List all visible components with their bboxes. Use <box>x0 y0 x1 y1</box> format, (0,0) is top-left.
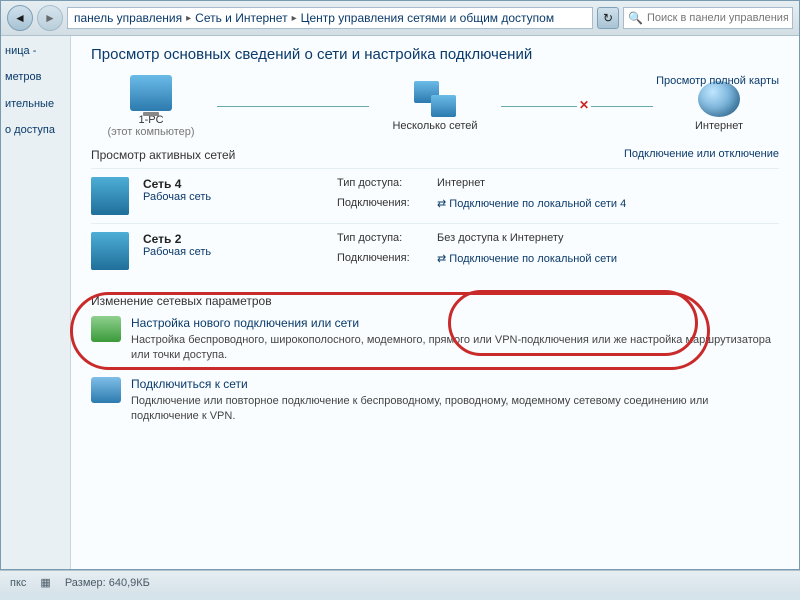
chevron-right-icon: ► <box>44 11 56 25</box>
map-node-multi-label: Несколько сетей <box>375 120 495 132</box>
change-network-settings-heading: Изменение сетевых параметров <box>91 294 779 308</box>
status-left: пкс <box>10 577 26 589</box>
sidebar-item-advanced[interactable]: ительные <box>5 97 66 111</box>
network-row: Сеть 4 Рабочая сеть Тип доступа: Интерне… <box>91 168 779 223</box>
connect-disconnect-link[interactable]: Подключение или отключение <box>624 148 779 160</box>
network-type-link[interactable]: Рабочая сеть <box>143 246 323 258</box>
option-description: Настройка беспроводного, широкополосного… <box>131 333 779 363</box>
map-connector-broken <box>501 106 653 107</box>
file-size-icon: ▦ <box>40 576 50 589</box>
sidebar: ница - метров ительные о доступа <box>1 36 71 569</box>
active-networks-heading: Просмотр активных сетей Подключение или … <box>91 148 779 162</box>
computer-icon <box>130 75 172 111</box>
access-type-value: Интернет <box>437 177 779 195</box>
map-node-multiple-networks: Несколько сетей <box>375 81 495 132</box>
network-icon <box>91 232 129 270</box>
option-title[interactable]: Подключиться к сети <box>131 377 779 391</box>
connect-network-icon <box>91 377 121 403</box>
map-node-this-pc: 1-PC (этот компьютер) <box>91 75 211 138</box>
connections-label: Подключения: <box>337 197 437 216</box>
option-new-connection[interactable]: Настройка нового подключения или сети На… <box>91 316 779 363</box>
chevron-left-icon: ◄ <box>14 11 26 25</box>
access-type-label: Тип доступа: <box>337 232 437 250</box>
search-field[interactable] <box>647 12 788 24</box>
connections-label: Подключения: <box>337 252 437 271</box>
size-label: Размер: <box>65 577 106 589</box>
search-icon: 🔍 <box>628 11 643 25</box>
map-node-internet: Интернет <box>659 81 779 132</box>
refresh-icon: ↻ <box>603 11 613 25</box>
access-type-label: Тип доступа: <box>337 177 437 195</box>
network-row: Сеть 2 Рабочая сеть Тип доступа: Без дос… <box>91 223 779 278</box>
search-input[interactable]: 🔍 <box>623 7 793 29</box>
status-bar: пкс ▦ Размер: 640,9КБ <box>0 570 800 594</box>
lan-icon: ⇄ <box>437 198 446 210</box>
sidebar-item-adapter-settings[interactable]: метров <box>5 70 66 84</box>
breadcrumb-network-center[interactable]: Центр управления сетями и общим доступом <box>301 11 555 25</box>
back-button[interactable]: ◄ <box>7 5 33 31</box>
page-title: Просмотр основных сведений о сети и наст… <box>91 46 779 63</box>
option-description: Подключение или повторное подключение к … <box>131 394 779 424</box>
network-name: Сеть 2 <box>143 232 323 246</box>
network-name: Сеть 4 <box>143 177 323 191</box>
chevron-right-icon: ▸ <box>186 13 191 24</box>
size-value: 640,9КБ <box>109 577 150 589</box>
option-connect-network[interactable]: Подключиться к сети Подключение или повт… <box>91 377 779 424</box>
network-type-link[interactable]: Рабочая сеть <box>143 191 323 203</box>
map-node-internet-label: Интернет <box>659 120 779 132</box>
sidebar-item-sharing[interactable]: о доступа <box>5 123 66 137</box>
breadcrumb[interactable]: панель управления ▸ Сеть и Интернет ▸ Це… <box>67 7 593 29</box>
network-icon <box>91 177 129 215</box>
new-connection-icon <box>91 316 121 342</box>
map-node-pc-sub: (этот компьютер) <box>91 126 211 138</box>
access-type-value: Без доступа к Интернету <box>437 232 779 250</box>
map-connector <box>217 106 369 107</box>
multiple-networks-icon <box>414 81 456 117</box>
view-full-map-link[interactable]: Просмотр полной карты <box>656 75 779 87</box>
sidebar-item-home[interactable]: ница - <box>5 44 66 58</box>
connection-link[interactable]: ⇄ Подключение по локальной сети 4 <box>437 197 779 216</box>
breadcrumb-network-internet[interactable]: Сеть и Интернет <box>195 11 287 25</box>
connection-link[interactable]: ⇄ Подключение по локальной сети <box>437 252 779 271</box>
lan-icon: ⇄ <box>437 253 446 265</box>
breadcrumb-control-panel[interactable]: панель управления <box>74 11 182 25</box>
option-title[interactable]: Настройка нового подключения или сети <box>131 316 779 330</box>
forward-button[interactable]: ► <box>37 5 63 31</box>
refresh-button[interactable]: ↻ <box>597 7 619 29</box>
chevron-right-icon: ▸ <box>292 13 297 24</box>
